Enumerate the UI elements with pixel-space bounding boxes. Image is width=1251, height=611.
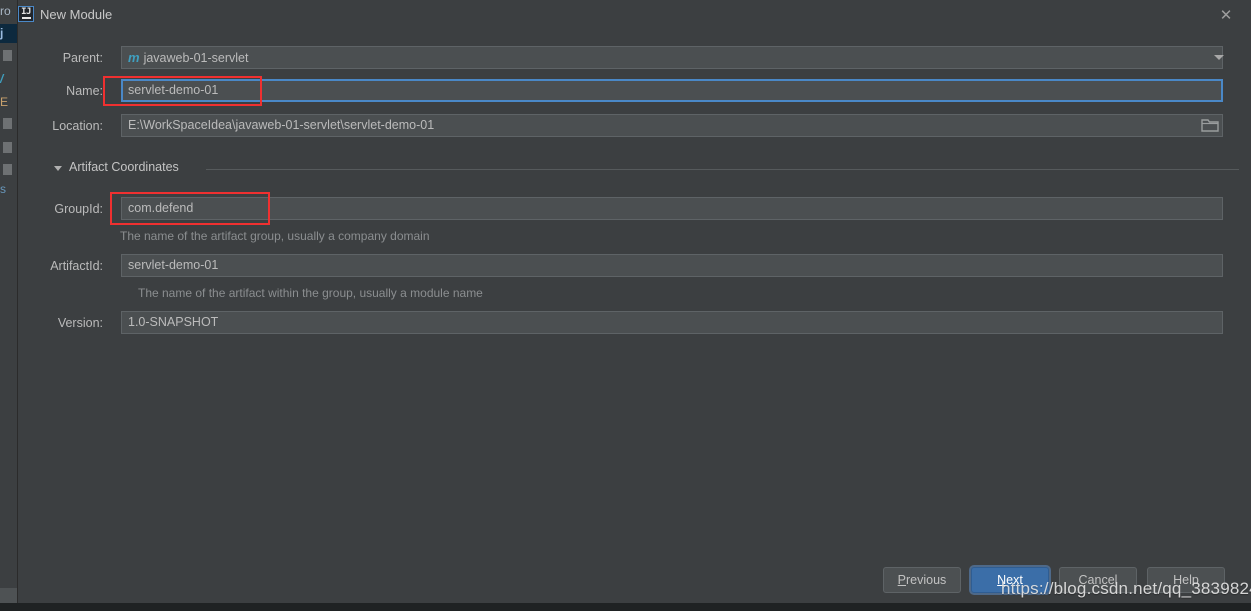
version-input[interactable]: 1.0-SNAPSHOT	[121, 311, 1223, 334]
location-input[interactable]: E:\WorkSpaceIdea\javaweb-01-servlet\serv…	[121, 114, 1223, 137]
name-label: Name:	[66, 84, 103, 98]
group-id-hint: The name of the artifact group, usually …	[120, 229, 430, 243]
ide-tree-chip	[3, 142, 12, 153]
parent-value: javaweb-01-servlet	[143, 51, 249, 65]
folder-icon[interactable]	[1201, 117, 1219, 133]
ide-tree-chip	[3, 164, 12, 175]
ide-bottom-shadow	[0, 603, 1251, 611]
new-module-dialog: IJ New Module ✕ Parent: m javaweb-01-serv…	[18, 0, 1251, 603]
dialog-title-bar: IJ New Module ✕	[18, 0, 1251, 30]
dialog-title: New Module	[40, 7, 113, 22]
ide-tree-fragment: s	[0, 182, 6, 196]
artifact-coordinates-title: Artifact Coordinates	[69, 160, 179, 174]
artifact-coordinates-section-header[interactable]: Artifact Coordinates	[54, 160, 1239, 178]
maven-module-icon: m	[128, 50, 140, 65]
ide-tree-fragment: ro	[0, 4, 11, 18]
artifact-id-input[interactable]: servlet-demo-01	[121, 254, 1223, 277]
triangle-down-icon[interactable]	[54, 166, 62, 171]
ide-tree-fragment: j	[0, 24, 17, 43]
artifact-id-hint: The name of the artifact within the grou…	[138, 286, 483, 300]
ide-tree-chip	[3, 50, 12, 61]
group-id-input[interactable]: com.defend	[121, 197, 1223, 220]
chevron-down-icon[interactable]	[1214, 55, 1224, 60]
section-divider	[206, 169, 1239, 170]
group-id-label: GroupId:	[54, 202, 103, 216]
ide-project-tree-strip: ro j / E s	[0, 0, 18, 603]
previous-button[interactable]: Previous	[883, 567, 961, 593]
artifact-id-label: ArtifactId:	[50, 259, 103, 273]
ide-tree-fragment: /	[0, 72, 4, 86]
name-input[interactable]: servlet-demo-01	[121, 79, 1223, 102]
watermark-text: https://blog.csdn.net/qq_38398245	[1001, 579, 1251, 598]
location-label: Location:	[52, 119, 103, 133]
version-label: Version:	[57, 316, 103, 330]
previous-button-label-rest: revious	[906, 573, 947, 587]
parent-combobox[interactable]: m javaweb-01-servlet	[121, 46, 1223, 69]
parent-label: Parent:	[62, 51, 103, 65]
ide-tree-chip	[3, 118, 12, 129]
ide-tree-fragment: E	[0, 95, 9, 109]
ide-status-strip	[0, 588, 17, 603]
close-icon[interactable]: ✕	[1215, 5, 1237, 27]
intellij-idea-icon: IJ	[18, 6, 34, 22]
previous-mnemonic: P	[897, 573, 907, 587]
